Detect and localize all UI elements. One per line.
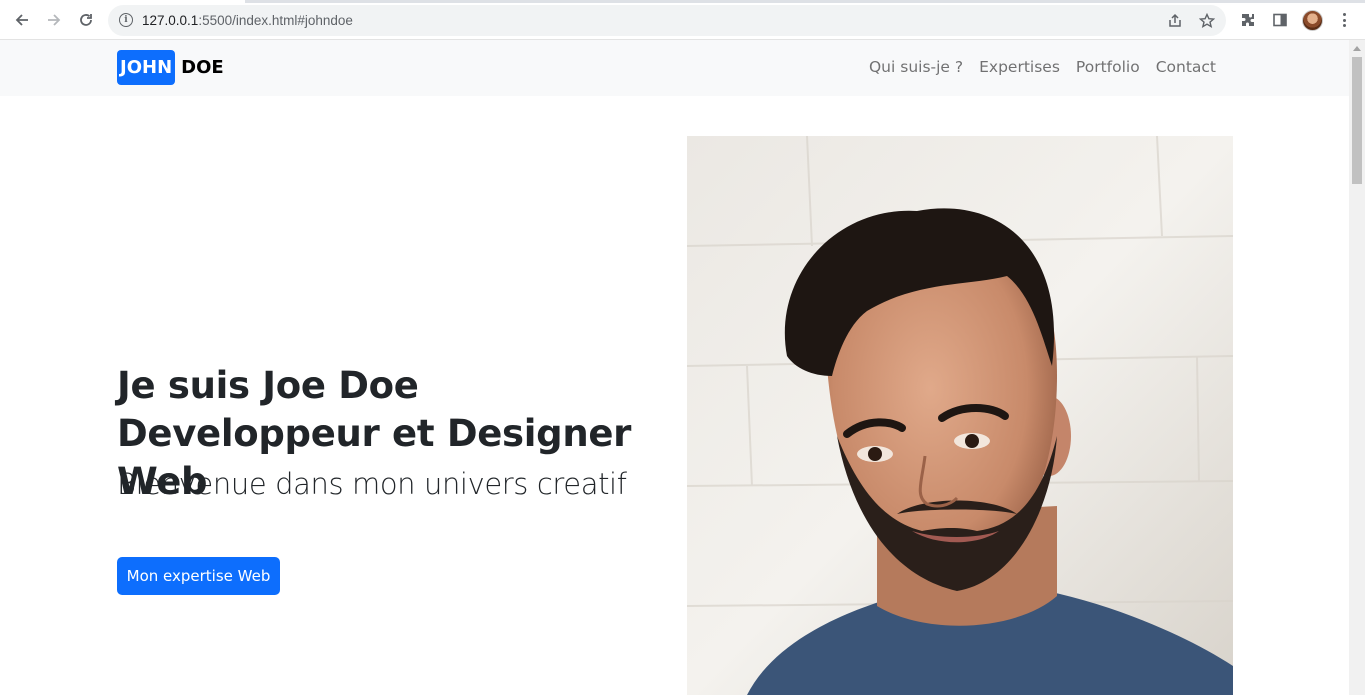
address-bar[interactable]: i 127.0.0.1:5500/index.html#johndoe <box>108 5 1226 36</box>
portrait-illustration <box>687 136 1233 695</box>
page-viewport: JOHN DOE Qui suis-je ? Expertises Portfo… <box>0 40 1349 695</box>
side-panel-icon[interactable] <box>1270 10 1290 30</box>
tab-strip <box>0 0 1365 3</box>
share-icon[interactable] <box>1166 12 1184 30</box>
brand-logo[interactable]: JOHN DOE <box>117 50 224 85</box>
browser-menu-icon[interactable] <box>1338 11 1350 29</box>
scrollbar-thumb[interactable] <box>1352 57 1362 184</box>
brand-first-name: JOHN <box>117 50 176 85</box>
extensions-icon[interactable] <box>1238 10 1258 30</box>
expertise-button[interactable]: Mon expertise Web <box>117 557 280 595</box>
nav-link-contact[interactable]: Contact <box>1148 58 1224 76</box>
page-scrollbar[interactable] <box>1349 40 1365 695</box>
browser-toolbar: i 127.0.0.1:5500/index.html#johndoe <box>0 0 1365 40</box>
nav-links: Qui suis-je ? Expertises Portfolio Conta… <box>861 58 1224 76</box>
nav-link-expertises[interactable]: Expertises <box>971 58 1068 76</box>
url-host: 127.0.0.1 <box>142 13 199 28</box>
back-icon[interactable] <box>11 9 33 31</box>
url-path: :5500/index.html#johndoe <box>198 13 353 28</box>
nav-link-portfolio[interactable]: Portfolio <box>1068 58 1148 76</box>
bookmark-star-icon[interactable] <box>1198 12 1216 30</box>
nav-link-qui-suis-je[interactable]: Qui suis-je ? <box>861 58 971 76</box>
site-navbar: JOHN DOE Qui suis-je ? Expertises Portfo… <box>0 40 1349 96</box>
profile-photo <box>687 136 1233 695</box>
active-tab-edge <box>0 0 245 3</box>
profile-avatar[interactable] <box>1302 10 1323 31</box>
scroll-up-arrow-icon[interactable] <box>1353 46 1361 51</box>
forward-icon[interactable] <box>43 9 65 31</box>
reload-icon[interactable] <box>75 9 97 31</box>
url-text[interactable]: 127.0.0.1:5500/index.html#johndoe <box>142 13 353 28</box>
brand-last-name: DOE <box>181 57 224 78</box>
site-info-icon[interactable]: i <box>119 13 133 27</box>
hero-subtitle: Bienvenue dans mon univers creatif <box>117 467 627 501</box>
